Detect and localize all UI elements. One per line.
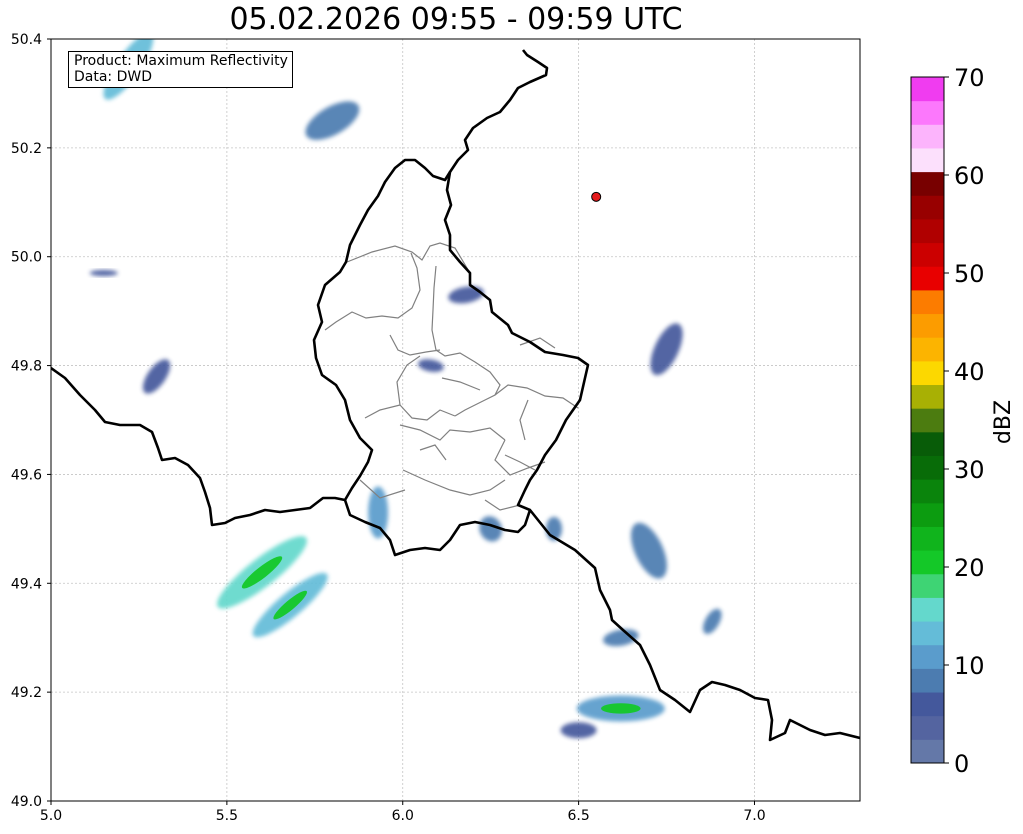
colorbar-ticks: 0 10 20 30 40 50 60 70 bbox=[944, 64, 985, 778]
colorbar-tick-label: 70 bbox=[954, 64, 985, 92]
colorbar-segment bbox=[911, 195, 944, 220]
colorbar-tick-label: 20 bbox=[954, 554, 985, 582]
colorbar-segment bbox=[911, 455, 944, 480]
y-tick-label: 50.2 bbox=[11, 141, 42, 157]
colorbar-segment bbox=[911, 124, 944, 149]
colorbar-segment bbox=[911, 360, 944, 386]
colorbar-segment bbox=[911, 431, 944, 456]
colorbar-segment bbox=[911, 479, 944, 504]
x-tick-label: 7.0 bbox=[743, 808, 765, 824]
colorbar-segment bbox=[911, 692, 944, 717]
y-tick-label: 49.4 bbox=[11, 576, 42, 592]
colorbar-segment bbox=[911, 384, 944, 409]
colorbar-segment bbox=[911, 739, 944, 764]
colorbar-segment bbox=[911, 597, 944, 622]
x-axis-ticks: 5.0 5.5 6.0 6.5 7.0 bbox=[40, 801, 766, 824]
colorbar-tick-label: 50 bbox=[954, 260, 985, 288]
colorbar-segment bbox=[911, 218, 944, 244]
y-axis-ticks: 49.0 49.2 49.4 49.6 49.8 50.0 50.2 50.4 bbox=[11, 32, 51, 810]
y-tick-label: 49.8 bbox=[11, 359, 42, 375]
radar-echo bbox=[89, 270, 118, 277]
y-tick-label: 50.0 bbox=[11, 250, 42, 266]
radar-echo-core bbox=[601, 703, 641, 714]
y-tick-label: 49.6 bbox=[11, 467, 42, 483]
y-tick-label: 49.2 bbox=[11, 685, 42, 701]
colorbar-tick-label: 30 bbox=[954, 456, 985, 484]
colorbar-segment bbox=[911, 289, 944, 315]
colorbar-segment bbox=[911, 621, 944, 646]
radar-echo bbox=[368, 486, 389, 539]
colorbar-segment bbox=[911, 573, 944, 598]
radar-echo bbox=[560, 722, 597, 739]
colorbar-segment bbox=[911, 526, 944, 551]
colorbar-label: dBZ bbox=[991, 400, 1016, 444]
colorbar-segment bbox=[911, 644, 944, 669]
colorbar-segment bbox=[911, 502, 944, 527]
x-tick-label: 6.0 bbox=[392, 808, 414, 824]
product-line: Product: Maximum Reflectivity bbox=[74, 53, 288, 69]
colorbar-segment bbox=[911, 313, 944, 338]
plot-background bbox=[51, 39, 860, 801]
colorbar-tick-label: 60 bbox=[954, 162, 985, 190]
x-tick-label: 6.5 bbox=[567, 808, 589, 824]
colorbar-segment bbox=[911, 77, 944, 102]
colorbar-segment bbox=[911, 668, 944, 693]
colorbar-segment bbox=[911, 408, 944, 433]
colorbar-segment bbox=[911, 337, 944, 362]
radar-map: 5.0 5.5 6.0 6.5 7.0 49.0 49.2 49.4 49.6 49.8 50.0… bbox=[11, 32, 1016, 824]
colorbar-tick-label: 40 bbox=[954, 358, 985, 386]
product-info-box: Product: Maximum Reflectivity Data: DWD bbox=[68, 51, 293, 88]
x-tick-label: 5.0 bbox=[40, 808, 62, 824]
colorbar-segment bbox=[911, 242, 944, 267]
colorbar-tick-label: 10 bbox=[954, 652, 985, 680]
colorbar-segment bbox=[911, 171, 944, 196]
colorbar-segment bbox=[911, 100, 944, 125]
colorbar-segment bbox=[911, 147, 944, 173]
y-tick-label: 50.4 bbox=[11, 32, 42, 48]
location-marker bbox=[591, 191, 602, 202]
colorbar-tick-label: 0 bbox=[954, 750, 969, 778]
colorbar-segment bbox=[911, 550, 944, 575]
x-tick-label: 5.5 bbox=[216, 808, 238, 824]
colorbar bbox=[910, 76, 945, 764]
colorbar-segment bbox=[911, 266, 944, 291]
y-tick-label: 49.0 bbox=[11, 794, 42, 810]
data-source-line: Data: DWD bbox=[74, 69, 152, 85]
colorbar-segment bbox=[911, 715, 944, 740]
